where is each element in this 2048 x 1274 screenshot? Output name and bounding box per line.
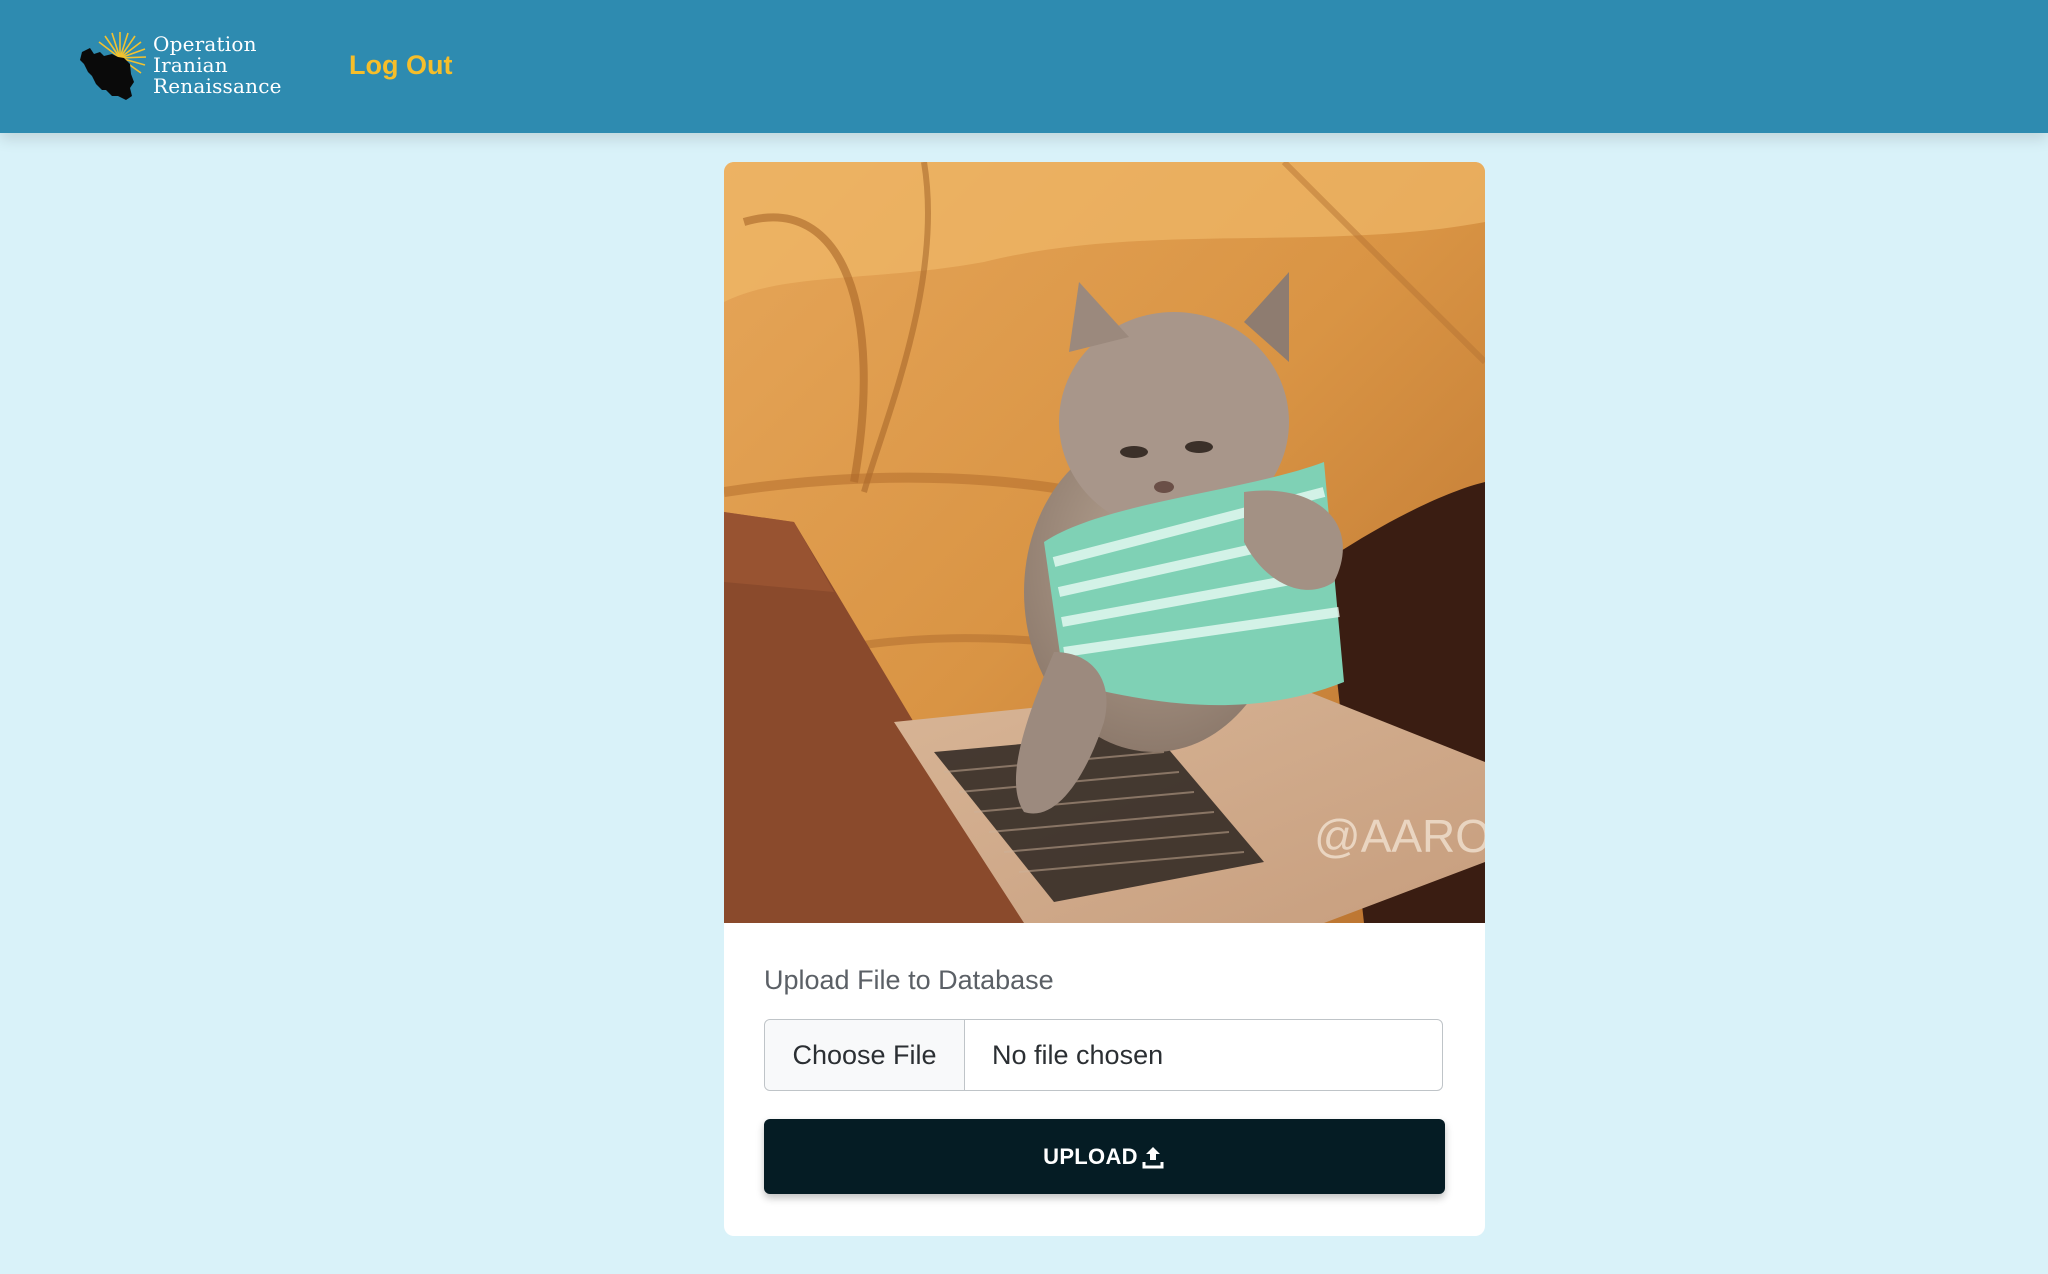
upload-card: @AARON Upload File to Database Choose Fi… bbox=[724, 162, 1485, 1236]
iran-sun-emblem-icon bbox=[80, 32, 147, 100]
upload-form-label: Upload File to Database bbox=[764, 965, 1054, 995]
navbar: Operation Iranian Renaissance Log Out bbox=[0, 0, 2048, 133]
brand-logo[interactable]: Operation Iranian Renaissance bbox=[78, 30, 281, 102]
cat-typing-image: @AARON bbox=[724, 162, 1485, 923]
upload-icon bbox=[1142, 1146, 1164, 1168]
upload-button-label: UPLOAD bbox=[1043, 1143, 1138, 1169]
brand-line-1: Operation bbox=[153, 32, 257, 56]
logout-link[interactable]: Log Out bbox=[349, 50, 452, 81]
image-watermark: @AARON bbox=[1314, 810, 1485, 862]
choose-file-button[interactable]: Choose File bbox=[765, 1020, 965, 1090]
brand-line-2: Iranian bbox=[153, 53, 228, 77]
brand-line-3: Renaissance bbox=[153, 74, 282, 98]
brand-wordmark: Operation Iranian Renaissance bbox=[153, 34, 282, 97]
file-input[interactable]: Choose File No file chosen bbox=[764, 1019, 1443, 1091]
file-status-text: No file chosen bbox=[992, 1040, 1164, 1070]
upload-button[interactable]: UPLOAD bbox=[764, 1119, 1445, 1194]
